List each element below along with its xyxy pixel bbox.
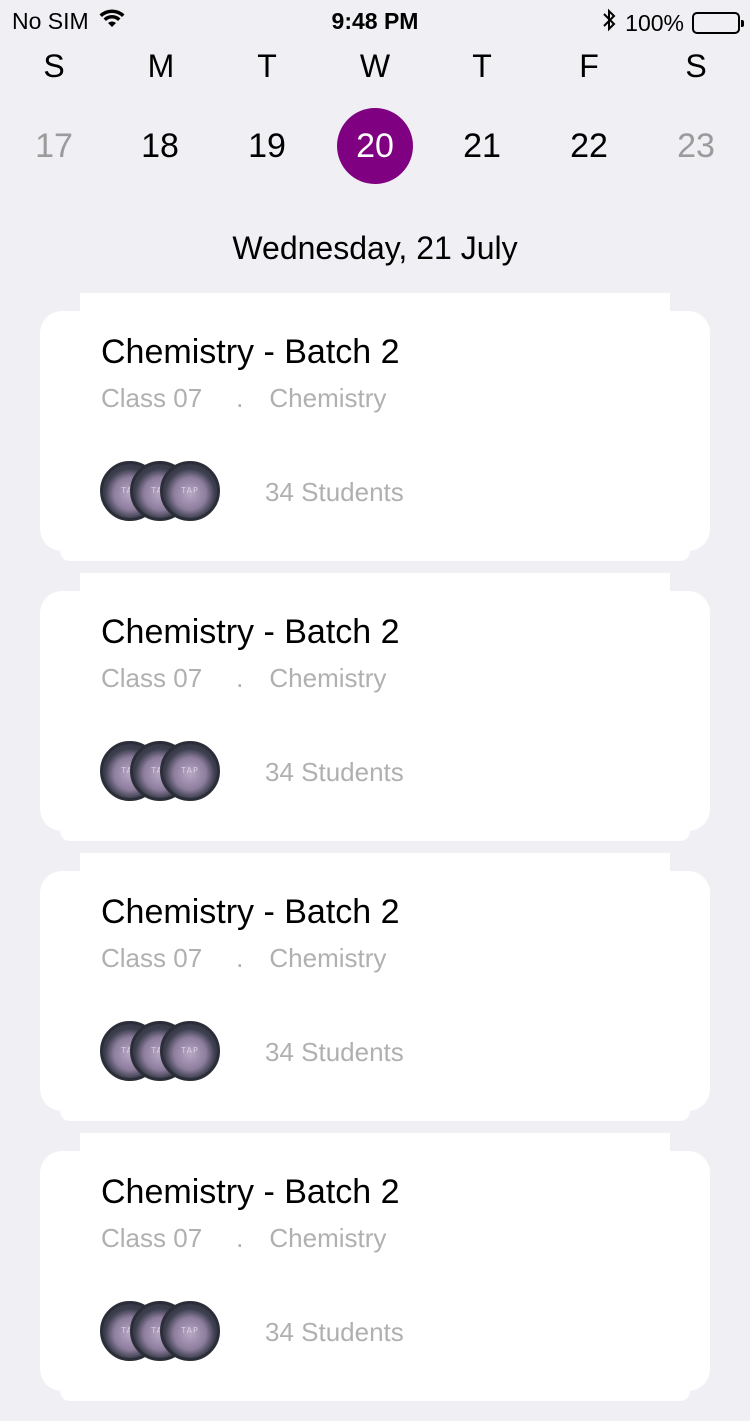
day-title: Wednesday, 21 July: [232, 230, 518, 266]
date-20-selected[interactable]: 20: [337, 108, 413, 184]
status-bar: No SIM 9:48 PM 100%: [0, 0, 750, 40]
date-18[interactable]: 18: [122, 108, 198, 184]
date-23[interactable]: 23: [658, 108, 734, 184]
avatar: [160, 1021, 220, 1081]
class-name: Class 07: [101, 383, 203, 413]
student-count: 34 Students: [265, 1037, 404, 1067]
class-subject: Chemistry: [269, 383, 387, 413]
weekday-label: M: [147, 48, 175, 84]
separator-dot: .: [236, 383, 244, 413]
weekday-label: S: [685, 48, 707, 84]
class-card[interactable]: Chemistry - Batch 2 Class 07 . Chemistry…: [40, 293, 710, 581]
battery-icon: [692, 12, 744, 34]
weekday-label: W: [359, 48, 391, 84]
date-row: 17 18 19 20 21 22 23: [0, 108, 750, 186]
class-card[interactable]: Chemistry - Batch 2 Class 07 . Chemistry…: [40, 573, 710, 861]
class-subtitle: Class 07 . Chemistry: [101, 383, 386, 414]
class-name: Class 07: [101, 663, 203, 693]
date-21[interactable]: 21: [444, 108, 520, 184]
avatar: [160, 741, 220, 801]
student-avatars: [100, 461, 230, 523]
student-avatars: [100, 1021, 230, 1083]
weekday-label: T: [472, 48, 492, 84]
class-name: Class 07: [101, 1223, 203, 1253]
avatar: [160, 461, 220, 521]
student-avatars: [100, 741, 230, 803]
separator-dot: .: [236, 943, 244, 973]
class-subtitle: Class 07 . Chemistry: [101, 663, 386, 694]
date-19[interactable]: 19: [229, 108, 305, 184]
class-subject: Chemistry: [269, 663, 387, 693]
student-count: 34 Students: [265, 757, 404, 787]
weekday-row: S M T W T F S: [0, 48, 750, 88]
weekday-label: T: [257, 48, 277, 84]
class-subject: Chemistry: [269, 1223, 387, 1253]
separator-dot: .: [236, 663, 244, 693]
date-17[interactable]: 17: [16, 108, 92, 184]
class-card[interactable]: Chemistry - Batch 2 Class 07 . Chemistry…: [40, 853, 710, 1141]
class-title: Chemistry - Batch 2: [101, 613, 400, 651]
avatar: [160, 1301, 220, 1361]
class-subject: Chemistry: [269, 943, 387, 973]
class-title: Chemistry - Batch 2: [101, 893, 400, 931]
date-22[interactable]: 22: [551, 108, 627, 184]
student-avatars: [100, 1301, 230, 1363]
weekday-label: F: [579, 48, 599, 84]
battery-percent: 100%: [625, 9, 684, 36]
student-count: 34 Students: [265, 477, 404, 507]
class-title: Chemistry - Batch 2: [101, 1173, 400, 1211]
class-subtitle: Class 07 . Chemistry: [101, 1223, 386, 1254]
weekday-label: S: [43, 48, 65, 84]
separator-dot: .: [236, 1223, 244, 1253]
bluetooth-icon: [601, 8, 617, 38]
class-title: Chemistry - Batch 2: [101, 333, 400, 371]
status-right: 100%: [601, 8, 744, 38]
class-card[interactable]: Chemistry - Batch 2 Class 07 . Chemistry…: [40, 1133, 710, 1421]
student-count: 34 Students: [265, 1317, 404, 1347]
class-subtitle: Class 07 . Chemistry: [101, 943, 386, 974]
class-name: Class 07: [101, 943, 203, 973]
